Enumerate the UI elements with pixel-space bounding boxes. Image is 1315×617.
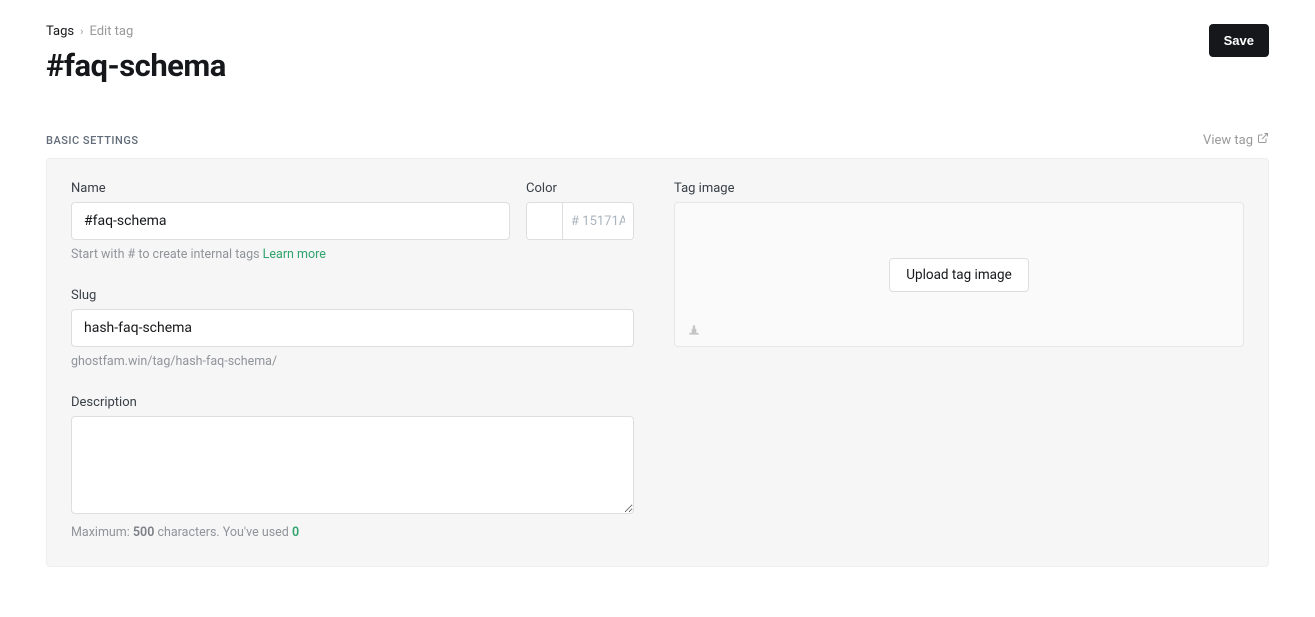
- slug-label: Slug: [71, 288, 634, 303]
- external-link-icon: [1257, 132, 1269, 148]
- slug-hint: ghostfam.win/tag/hash-faq-schema/: [71, 354, 634, 369]
- slug-input[interactable]: [71, 309, 634, 347]
- tag-image-label: Tag image: [674, 181, 1244, 196]
- color-swatch[interactable]: [527, 203, 563, 239]
- breadcrumb: Tags › Edit tag: [46, 24, 226, 39]
- name-label: Name: [71, 181, 510, 196]
- section-heading-basic-settings: BASIC SETTINGS: [46, 134, 138, 147]
- basic-settings-panel: Name Start with # to create internal tag…: [46, 158, 1269, 567]
- color-label: Color: [526, 181, 634, 196]
- description-hint: Maximum: 500 characters. You've used 0: [71, 525, 634, 540]
- breadcrumb-tags-link[interactable]: Tags: [46, 24, 74, 39]
- learn-more-link[interactable]: Learn more: [263, 247, 326, 262]
- tag-image-dropzone[interactable]: Upload tag image: [674, 202, 1244, 347]
- breadcrumb-current: Edit tag: [89, 24, 133, 39]
- view-tag-link[interactable]: View tag: [1203, 132, 1269, 148]
- save-button[interactable]: Save: [1209, 24, 1269, 57]
- name-input[interactable]: [71, 202, 510, 240]
- name-hint: Start with # to create internal tags Lea…: [71, 247, 510, 262]
- page-title: #faq-schema: [46, 47, 226, 84]
- chevron-right-icon: ›: [80, 25, 83, 38]
- description-input[interactable]: [71, 416, 634, 514]
- upload-tag-image-button[interactable]: Upload tag image: [889, 258, 1029, 292]
- view-tag-label: View tag: [1203, 133, 1253, 148]
- color-input[interactable]: [563, 203, 633, 239]
- upload-icon: [687, 322, 701, 336]
- description-label: Description: [71, 395, 634, 410]
